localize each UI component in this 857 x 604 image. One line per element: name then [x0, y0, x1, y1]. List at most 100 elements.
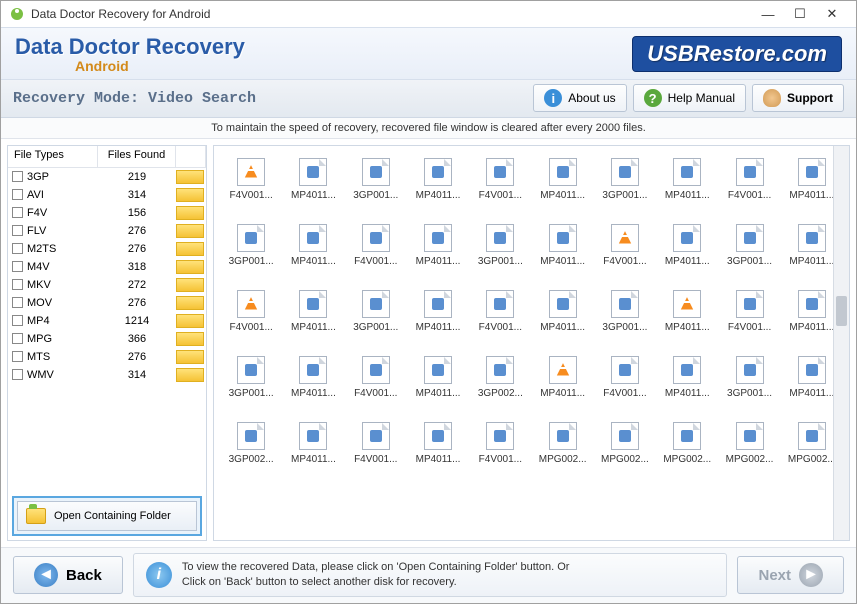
recovered-file-item[interactable]: MP4011...: [282, 416, 344, 478]
recovered-file-item[interactable]: MPG002...: [718, 416, 780, 478]
recovered-file-item[interactable]: MP4011...: [407, 152, 469, 214]
file-name: MP4011...: [665, 190, 710, 201]
maximize-button[interactable]: ☐: [784, 4, 816, 24]
file-type-row[interactable]: MKV272: [8, 276, 206, 294]
recovered-file-item[interactable]: MP4011...: [656, 152, 718, 214]
file-grid[interactable]: F4V001...MP4011...3GP001...MP4011...F4V0…: [214, 146, 849, 484]
video-page-icon: [549, 422, 577, 450]
open-folder-highlight: Open Containing Folder: [12, 496, 202, 536]
close-button[interactable]: ✕: [816, 4, 848, 24]
video-page-icon: [424, 356, 452, 384]
back-button[interactable]: ◄ Back: [13, 556, 123, 594]
recovered-file-item[interactable]: MP4011...: [282, 152, 344, 214]
minimize-button[interactable]: —: [752, 4, 784, 24]
recovered-file-item[interactable]: F4V001...: [594, 350, 656, 412]
recovered-file-item[interactable]: MP4011...: [282, 284, 344, 346]
recovered-file-item[interactable]: F4V001...: [594, 218, 656, 280]
file-type-row[interactable]: F4V156: [8, 204, 206, 222]
recovered-file-item[interactable]: MP4011...: [531, 350, 593, 412]
recovered-file-item[interactable]: MP4011...: [407, 218, 469, 280]
recovered-file-item[interactable]: MP4011...: [407, 350, 469, 412]
recovered-file-item[interactable]: F4V001...: [220, 152, 282, 214]
recovered-file-item[interactable]: 3GP001...: [594, 284, 656, 346]
file-type-row[interactable]: MTS276: [8, 348, 206, 366]
recovered-file-item[interactable]: MP4011...: [531, 152, 593, 214]
recovered-file-item[interactable]: MPG002...: [656, 416, 718, 478]
recovered-file-item[interactable]: F4V001...: [718, 284, 780, 346]
progress-bar: [176, 332, 204, 346]
recovered-file-item[interactable]: 3GP001...: [718, 350, 780, 412]
file-type-row[interactable]: AVI314: [8, 186, 206, 204]
recovered-file-item[interactable]: F4V001...: [469, 284, 531, 346]
support-button[interactable]: Support: [752, 84, 844, 112]
recovered-file-item[interactable]: MPG002...: [531, 416, 593, 478]
recovered-file-item[interactable]: MP4011...: [531, 284, 593, 346]
recovered-file-item[interactable]: F4V001...: [718, 152, 780, 214]
recovered-file-item[interactable]: 3GP002...: [469, 350, 531, 412]
recovered-file-item[interactable]: 3GP001...: [594, 152, 656, 214]
vertical-scrollbar[interactable]: [833, 146, 849, 540]
file-name: 3GP001...: [602, 322, 647, 333]
recovered-file-item[interactable]: F4V001...: [469, 416, 531, 478]
help-button[interactable]: ? Help Manual: [633, 84, 746, 112]
recovered-file-item[interactable]: 3GP001...: [718, 218, 780, 280]
file-type-name: 3GP: [27, 171, 49, 183]
recovered-file-item[interactable]: MP4011...: [656, 218, 718, 280]
file-name: MP4011...: [291, 322, 336, 333]
recovered-file-item[interactable]: 3GP002...: [220, 416, 282, 478]
recovered-file-item[interactable]: MP4011...: [407, 284, 469, 346]
file-icon: [12, 333, 23, 344]
recovered-file-item[interactable]: MP4011...: [282, 218, 344, 280]
file-name: F4V001...: [354, 388, 397, 399]
file-types-header: File Types Files Found: [8, 146, 206, 168]
file-name: F4V001...: [728, 190, 771, 201]
recovered-file-item[interactable]: F4V001...: [220, 284, 282, 346]
file-name: F4V001...: [728, 322, 771, 333]
video-page-icon: [736, 422, 764, 450]
file-name: MP4011...: [789, 388, 834, 399]
recovered-file-item[interactable]: F4V001...: [345, 416, 407, 478]
recovered-file-item[interactable]: F4V001...: [345, 350, 407, 412]
file-type-row[interactable]: MPG366: [8, 330, 206, 348]
video-page-icon: [549, 158, 577, 186]
file-type-row[interactable]: M4V318: [8, 258, 206, 276]
recovered-file-item[interactable]: 3GP001...: [345, 284, 407, 346]
next-button[interactable]: Next ►: [737, 556, 844, 594]
recovered-file-item[interactable]: MP4011...: [282, 350, 344, 412]
recovered-file-item[interactable]: 3GP001...: [220, 218, 282, 280]
file-type-row[interactable]: M2TS276: [8, 240, 206, 258]
folder-icon: [26, 508, 46, 524]
file-name: F4V001...: [479, 322, 522, 333]
recovered-file-item[interactable]: F4V001...: [345, 218, 407, 280]
file-type-row[interactable]: FLV276: [8, 222, 206, 240]
recovered-file-item[interactable]: 3GP001...: [345, 152, 407, 214]
recovered-file-item[interactable]: MP4011...: [407, 416, 469, 478]
file-name: F4V001...: [229, 322, 272, 333]
file-count: 366: [98, 333, 176, 345]
recovered-file-item[interactable]: MP4011...: [656, 284, 718, 346]
file-type-row[interactable]: MOV276: [8, 294, 206, 312]
file-name: F4V001...: [479, 454, 522, 465]
recovered-file-item[interactable]: F4V001...: [469, 152, 531, 214]
scrollbar-thumb[interactable]: [836, 296, 847, 326]
file-types-list[interactable]: 3GP 219 AVI314F4V156FLV276M2TS276M4V318MKV…: [8, 168, 206, 492]
file-name: 3GP001...: [602, 190, 647, 201]
file-name: F4V001...: [354, 454, 397, 465]
file-name: MP4011...: [416, 256, 461, 267]
file-type-row[interactable]: 3GP 219: [8, 168, 206, 186]
recovered-file-item[interactable]: 3GP001...: [469, 218, 531, 280]
open-containing-folder-button[interactable]: Open Containing Folder: [17, 501, 197, 531]
file-count: 219: [98, 171, 176, 183]
progress-bar: [176, 278, 204, 292]
footer-msg-line1: To view the recovered Data, please click…: [182, 560, 570, 575]
recovered-file-item[interactable]: MP4011...: [531, 218, 593, 280]
recovered-file-item[interactable]: 3GP001...: [220, 350, 282, 412]
file-name: MP4011...: [416, 388, 461, 399]
file-type-row[interactable]: WMV314: [8, 366, 206, 384]
next-arrow-icon: ►: [799, 563, 823, 587]
vlc-cone-icon: [549, 356, 577, 384]
recovered-file-item[interactable]: MPG002...: [594, 416, 656, 478]
about-button[interactable]: i About us: [533, 84, 626, 112]
file-type-row[interactable]: MP41214: [8, 312, 206, 330]
recovered-file-item[interactable]: MP4011...: [656, 350, 718, 412]
